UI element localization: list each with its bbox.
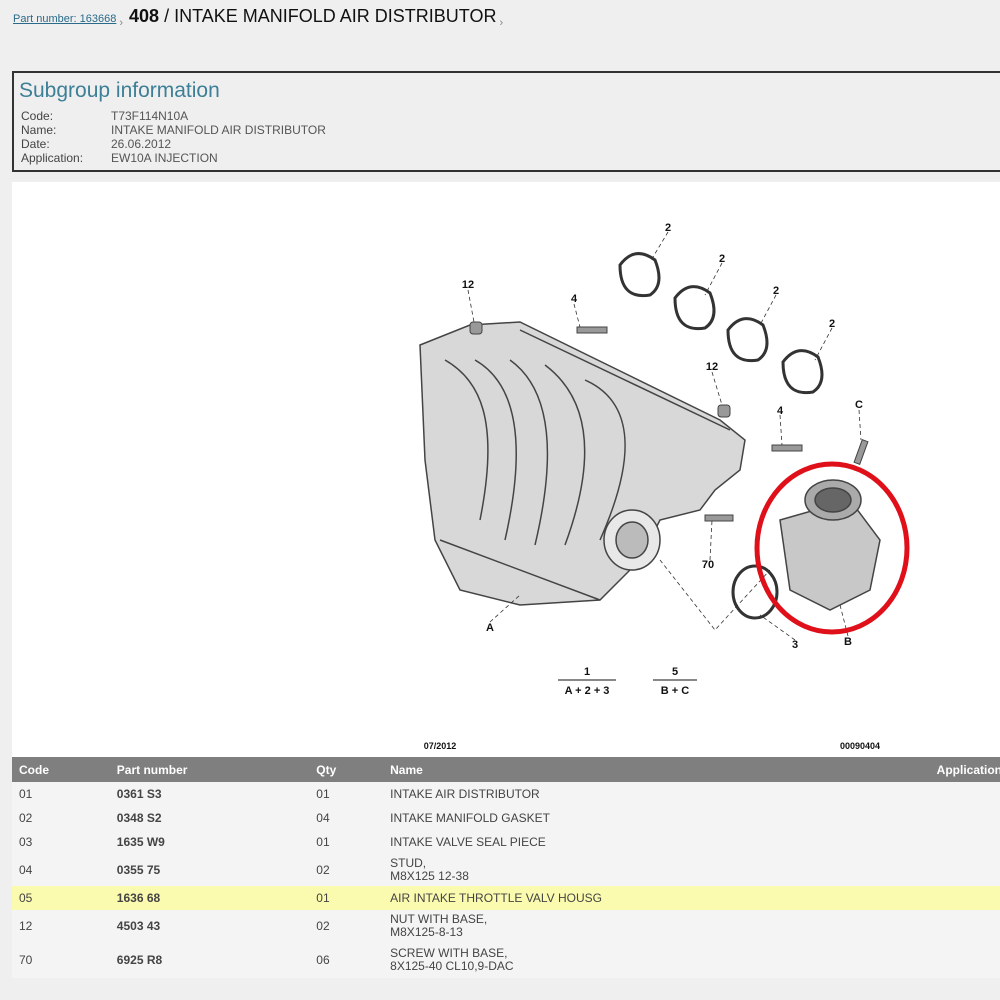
cell-part-number[interactable]: 4503 43 [110,910,310,942]
table-row[interactable]: 70 6925 R8 06 SCREW WITH BASE, 8X125-40 C… [12,942,1000,978]
cell-application [930,782,1000,806]
cell-code: 70 [19,952,33,967]
table-row[interactable]: 02 0348 S2 04 INTAKE MANIFOLD GASKET [12,806,1000,830]
col-name[interactable]: Name [383,757,930,782]
subgroup-heading: Subgroup information [19,79,220,102]
svg-text:1: 1 [584,666,590,678]
cell-name: SCREW WITH BASE, 8X125-40 CL10,9-DAC [390,946,514,973]
cell-name: INTAKE MANIFOLD GASKET [390,810,550,825]
throttle-body-drawing [779,479,881,611]
svg-text:2: 2 [719,253,725,265]
svg-text:A + 2 + 3: A + 2 + 3 [565,685,610,697]
cell-code: 04 [19,862,33,877]
svg-text:2: 2 [829,318,835,330]
svg-text:B + C: B + C [661,685,689,697]
page-title: 408 / INTAKE MANIFOLD AIR DISTRIBUTOR [129,6,497,26]
cell-qty: 01 [316,834,330,849]
cell-code: 12 [19,918,33,933]
svg-text:4: 4 [571,293,578,305]
table-row[interactable]: 05 1636 68 01 AIR INTAKE THROTTLE VALV H… [12,886,1000,910]
subgroup-info-panel: Subgroup information Code: T73F114N10A Na… [12,71,1000,172]
cell-qty: 02 [316,862,330,877]
svg-text:5: 5 [672,666,678,678]
cell-qty: 04 [316,810,330,825]
cell-part-number[interactable]: 0348 S2 [110,806,310,830]
breadcrumb: Part number: 163668 › 408 / INTAKE MANIF… [13,6,509,29]
svg-text:2: 2 [773,285,779,297]
cell-code: 03 [19,834,33,849]
cell-name: AIR INTAKE THROTTLE VALV HOUSG [383,886,930,910]
field-value: T73F114N10A [111,109,189,123]
svg-text:B: B [844,636,852,648]
cell-name: STUD, M8X125 12-38 [390,856,469,883]
cell-qty: 01 [309,886,384,910]
cell-code: 01 [19,786,33,801]
cell-code: 02 [19,810,33,825]
svg-text:A: A [486,622,494,634]
breadcrumb-separator: › [499,17,504,29]
col-application[interactable]: Application [929,757,1000,782]
col-code[interactable]: Code [12,757,110,782]
cell-name: NUT WITH BASE, M8X125-8-13 [390,912,488,939]
cell-application [930,910,1000,942]
svg-text:07/2012: 07/2012 [424,741,457,751]
subgroup-fields: Code: T73F114N10A Name: INTAKE MANIFOLD AI… [21,109,326,165]
svg-text:70: 70 [702,559,714,571]
field-value: INTAKE MANIFOLD AIR DISTRIBUTOR [111,123,326,137]
col-qty[interactable]: Qty [309,757,384,782]
cell-application [930,942,1000,978]
svg-text:4: 4 [777,405,784,417]
breadcrumb-separator: › [119,17,124,29]
field-value: 26.06.2012 [111,137,172,151]
cell-part-number[interactable]: 0361 S3 [110,782,310,806]
table-row[interactable]: 03 1635 W9 01 INTAKE VALVE SEAL PIECE [12,830,1000,854]
svg-text:12: 12 [706,361,718,373]
table-row[interactable]: 04 0355 75 02 STUD, M8X125 12-38 [12,854,1000,886]
parts-table: Code Part number Qty Name Application 01… [12,757,1000,978]
cell-application [929,886,1000,910]
svg-text:12: 12 [462,279,474,291]
cell-part-number[interactable]: 6925 R8 [110,942,310,978]
field-label: Code: [21,109,54,123]
cell-part-number[interactable]: 1636 68 [109,886,310,910]
cell-application [930,854,1000,886]
svg-text:00090404: 00090404 [840,741,880,751]
cell-qty: 01 [316,786,330,801]
field-label: Application: [21,151,84,165]
table-row[interactable]: 12 4503 43 02 NUT WITH BASE, M8X125-8-13 [12,910,1000,942]
intake-manifold-drawing [419,321,746,606]
cell-part-number[interactable]: 0355 75 [110,854,310,886]
cell-name: INTAKE VALVE SEAL PIECE [390,834,546,849]
cell-application [930,806,1000,830]
table-row[interactable]: 01 0361 S3 01 INTAKE AIR DISTRIBUTOR [12,782,1000,806]
field-label: Name: [21,123,57,137]
cell-application [930,830,1000,854]
cell-code: 05 [12,886,110,910]
part-number-link[interactable]: Part number: 163668 [13,13,116,25]
svg-text:C: C [855,399,863,411]
cell-qty: 02 [316,918,330,933]
cell-qty: 06 [316,952,330,967]
parts-diagram[interactable]: 2 2 2 2 12 12 4 4 C 70 3 B A 1 A + 2 + 3… [12,182,1000,757]
svg-text:2: 2 [665,222,671,234]
cell-name: INTAKE AIR DISTRIBUTOR [390,786,540,801]
field-value: EW10A INJECTION [111,151,218,165]
field-label: Date: [21,137,50,151]
col-part-number[interactable]: Part number [109,757,310,782]
cell-part-number[interactable]: 1635 W9 [110,830,310,854]
svg-text:3: 3 [792,639,798,651]
